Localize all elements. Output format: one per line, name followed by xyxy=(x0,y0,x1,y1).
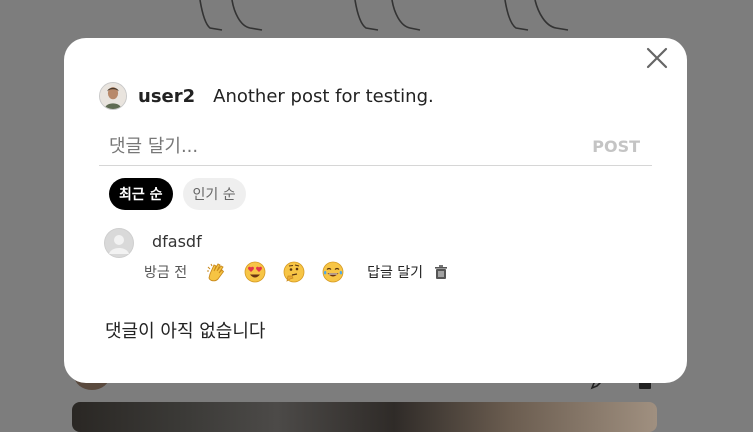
reply-button[interactable]: 답글 달기 xyxy=(367,262,423,282)
post-username[interactable]: user2 xyxy=(138,86,195,107)
trash-icon[interactable] xyxy=(433,264,449,280)
thinking-face-icon[interactable] xyxy=(283,261,305,283)
clapping-hands-icon[interactable] xyxy=(205,261,227,283)
post-caption: Another post for testing. xyxy=(213,85,434,107)
comment-text: dfasdf xyxy=(152,232,202,251)
background-post-photo xyxy=(72,402,657,432)
user-avatar[interactable] xyxy=(99,82,127,110)
close-icon[interactable] xyxy=(645,46,669,70)
comment-form: POST xyxy=(99,127,652,166)
commenter-avatar[interactable] xyxy=(104,228,134,258)
comment-time: 방금 전 xyxy=(144,265,188,281)
empty-comments-message: 댓글이 아직 없습니다 xyxy=(105,321,266,342)
default-avatar-icon xyxy=(104,228,134,258)
sort-options: 최근 순 인기 순 xyxy=(109,178,246,210)
comment-meta: 방금 전 답글 달기 xyxy=(144,261,449,283)
post-header: user2 Another post for testing. xyxy=(99,81,434,111)
sort-popular-button[interactable]: 인기 순 xyxy=(182,178,246,210)
user-avatar-image xyxy=(100,83,126,109)
sort-recent-button[interactable]: 최근 순 xyxy=(109,178,173,210)
comments-modal: user2 Another post for testing. POST 최근 … xyxy=(64,38,687,383)
heart-eyes-icon[interactable] xyxy=(244,261,266,283)
tears-of-joy-icon[interactable] xyxy=(322,261,344,283)
post-button[interactable]: POST xyxy=(592,137,652,156)
background-illustration xyxy=(199,0,569,31)
comment-input[interactable] xyxy=(99,135,593,157)
